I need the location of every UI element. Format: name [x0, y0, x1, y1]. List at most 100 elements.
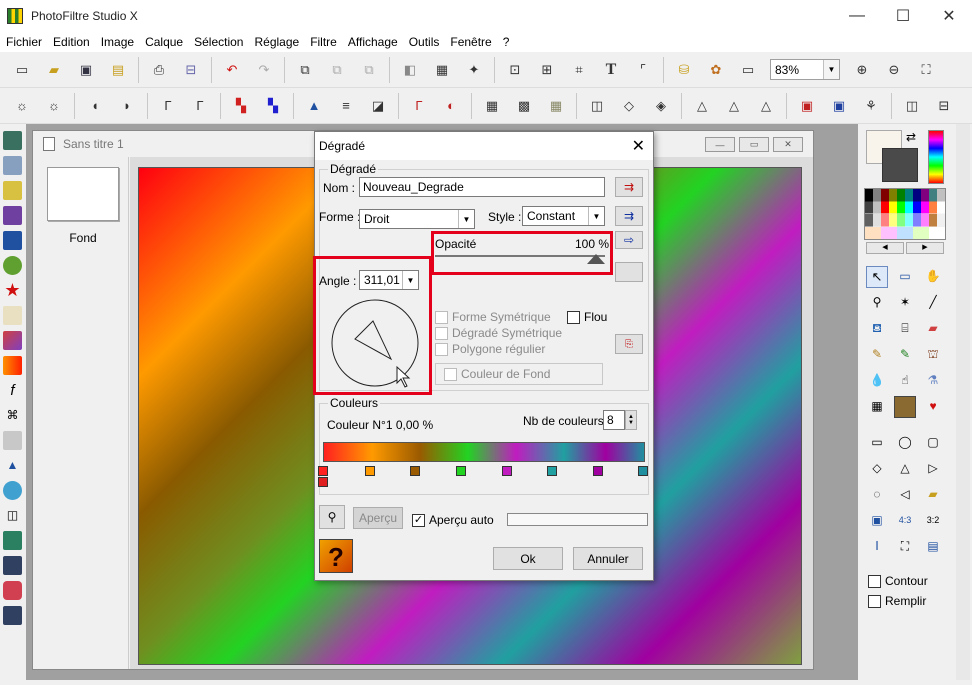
- color-palette[interactable]: [864, 188, 946, 240]
- run-icon[interactable]: ✦: [463, 59, 485, 81]
- background-color-swatch[interactable]: [882, 148, 918, 182]
- threshold-icon[interactable]: ◪: [367, 95, 389, 117]
- page-icon[interactable]: [3, 306, 22, 325]
- dialog-close-icon[interactable]: ✕: [632, 136, 645, 156]
- selection-window-icon[interactable]: ▭: [894, 266, 916, 288]
- symmetric-shape-checkbox[interactable]: Forme Symétrique: [435, 310, 551, 324]
- book-icon[interactable]: ◫: [3, 506, 22, 525]
- levels-icon[interactable]: ≡: [335, 95, 357, 117]
- undo-icon[interactable]: ↶: [221, 59, 243, 81]
- zoom-in-icon[interactable]: ⊕: [851, 59, 873, 81]
- hand-icon[interactable]: ✋: [922, 266, 944, 288]
- pipette-icon[interactable]: ⚗: [922, 370, 944, 392]
- swap-colors-icon[interactable]: ⇄: [906, 130, 916, 144]
- gradient-tool-icon[interactable]: [3, 356, 22, 375]
- diamond-shape-icon[interactable]: ◇: [866, 458, 888, 480]
- gradient-icon[interactable]: ◧: [399, 59, 421, 81]
- flip-vertical-icon[interactable]: ⊟: [933, 95, 955, 117]
- soften-icon[interactable]: △: [723, 95, 745, 117]
- lasso-icon[interactable]: ◌: [866, 484, 888, 506]
- fill-bucket-icon[interactable]: ⛾: [866, 318, 888, 340]
- text-icon[interactable]: T: [600, 59, 622, 81]
- crop-frame-icon[interactable]: ⛶: [894, 536, 916, 558]
- line-icon[interactable]: ╱: [922, 292, 944, 314]
- background-color-checkbox[interactable]: Couleur de Fond: [435, 363, 603, 385]
- star-icon[interactable]: ★: [3, 281, 22, 300]
- auto-preview-checkbox[interactable]: ✓ Aperçu auto: [412, 513, 494, 527]
- effect-icon[interactable]: ▣: [828, 95, 850, 117]
- zoom-out-icon[interactable]: ⊖: [883, 59, 905, 81]
- triangle-shape-icon[interactable]: △: [894, 458, 916, 480]
- paste-icon[interactable]: ⧉: [294, 59, 316, 81]
- strawberry-icon[interactable]: ♥: [922, 396, 944, 418]
- book-icon[interactable]: ◫: [586, 95, 608, 117]
- gradient-preview-bar[interactable]: [323, 442, 645, 462]
- rounded-rect-shape-icon[interactable]: ▢: [922, 432, 944, 454]
- function-icon[interactable]: f: [3, 381, 22, 400]
- auto-contrast-icon[interactable]: ◐: [440, 95, 462, 117]
- regular-polygon-checkbox[interactable]: Polygone régulier: [435, 342, 545, 356]
- emboss-icon[interactable]: △: [691, 95, 713, 117]
- blur-icon[interactable]: ◇: [618, 95, 640, 117]
- pattern-icon[interactable]: [3, 331, 22, 350]
- menu-image[interactable]: Image: [97, 35, 141, 49]
- portrait-icon[interactable]: [894, 396, 916, 418]
- chart-icon[interactable]: ▲: [3, 456, 22, 475]
- brush-icon[interactable]: ✎: [866, 344, 888, 366]
- cut-icon[interactable]: ⧉: [358, 59, 380, 81]
- menu-selection[interactable]: Sélection: [190, 35, 250, 49]
- menu-outils[interactable]: Outils: [405, 35, 447, 49]
- color-stop-8[interactable]: [638, 466, 648, 476]
- histogram-icon[interactable]: ▲: [303, 95, 325, 117]
- color-stop-6[interactable]: [547, 466, 557, 476]
- smudge-icon[interactable]: ☝: [894, 370, 916, 392]
- nb-colors-input[interactable]: 8: [603, 410, 625, 430]
- preview-button[interactable]: Aperçu: [353, 507, 403, 529]
- saturation-up-icon[interactable]: ▚: [262, 95, 284, 117]
- vertical-scrollbar[interactable]: [956, 124, 970, 680]
- nodes-icon[interactable]: ⌘: [3, 406, 22, 425]
- blur-checkbox[interactable]: Flou: [567, 310, 607, 324]
- auto-gamma-icon[interactable]: Γ: [408, 95, 430, 117]
- canvas-size-icon[interactable]: ⊞: [536, 59, 558, 81]
- menu-reglage[interactable]: Réglage: [250, 35, 306, 49]
- color-stop-5[interactable]: [502, 466, 512, 476]
- style-select[interactable]: Constant ▼: [522, 206, 605, 226]
- doc-close-button[interactable]: ✕: [773, 137, 803, 152]
- drop-icon[interactable]: 💧: [866, 370, 888, 392]
- save-html-icon[interactable]: [3, 606, 22, 625]
- save-gradient-button[interactable]: ⇉: [615, 206, 643, 226]
- menu-edition[interactable]: Edition: [49, 35, 97, 49]
- name-input[interactable]: Nouveau_Degrade: [359, 177, 605, 197]
- ratio-32-icon[interactable]: 3:2: [922, 510, 944, 532]
- plugin-icon[interactable]: ✿: [705, 59, 727, 81]
- gamma-up-icon[interactable]: Γ: [189, 95, 211, 117]
- print-icon[interactable]: ⎙: [148, 59, 170, 81]
- palette-next-button[interactable]: ▶: [906, 242, 944, 254]
- capture-icon[interactable]: [3, 181, 22, 200]
- color-stop-1-selected[interactable]: [318, 477, 328, 487]
- palette-prev-button[interactable]: ◀: [866, 242, 904, 254]
- deform-icon[interactable]: ▦: [866, 396, 888, 418]
- flip-horizontal-icon[interactable]: ◫: [901, 95, 923, 117]
- sphere-icon[interactable]: [3, 481, 22, 500]
- scan-icon[interactable]: ⊟: [180, 59, 202, 81]
- ellipse-shape-icon[interactable]: ◯: [894, 432, 916, 454]
- save-as-icon[interactable]: ▤: [107, 59, 129, 81]
- export-gradient-button[interactable]: ⎘: [615, 334, 643, 354]
- ok-button[interactable]: Ok: [493, 547, 563, 570]
- menu-calque[interactable]: Calque: [141, 35, 190, 49]
- triangle-right-shape-icon[interactable]: ▷: [922, 458, 944, 480]
- magic-wand-icon[interactable]: ✶: [894, 292, 916, 314]
- crop-icon[interactable]: ⌗: [568, 59, 590, 81]
- selection-invert-icon[interactable]: ▣: [866, 510, 888, 532]
- window-frame-icon[interactable]: ▤: [922, 536, 944, 558]
- color-stop-7[interactable]: [593, 466, 603, 476]
- sharpen-icon[interactable]: ◈: [650, 95, 672, 117]
- apply-gradient-button[interactable]: ⇨: [615, 231, 643, 249]
- fit-window-icon[interactable]: ⛶: [915, 59, 937, 81]
- contour-checkbox[interactable]: Contour: [868, 574, 928, 588]
- open-shape-icon[interactable]: ▰: [922, 484, 944, 506]
- eraser-icon[interactable]: ▰: [922, 318, 944, 340]
- menu-filtre[interactable]: Filtre: [306, 35, 344, 49]
